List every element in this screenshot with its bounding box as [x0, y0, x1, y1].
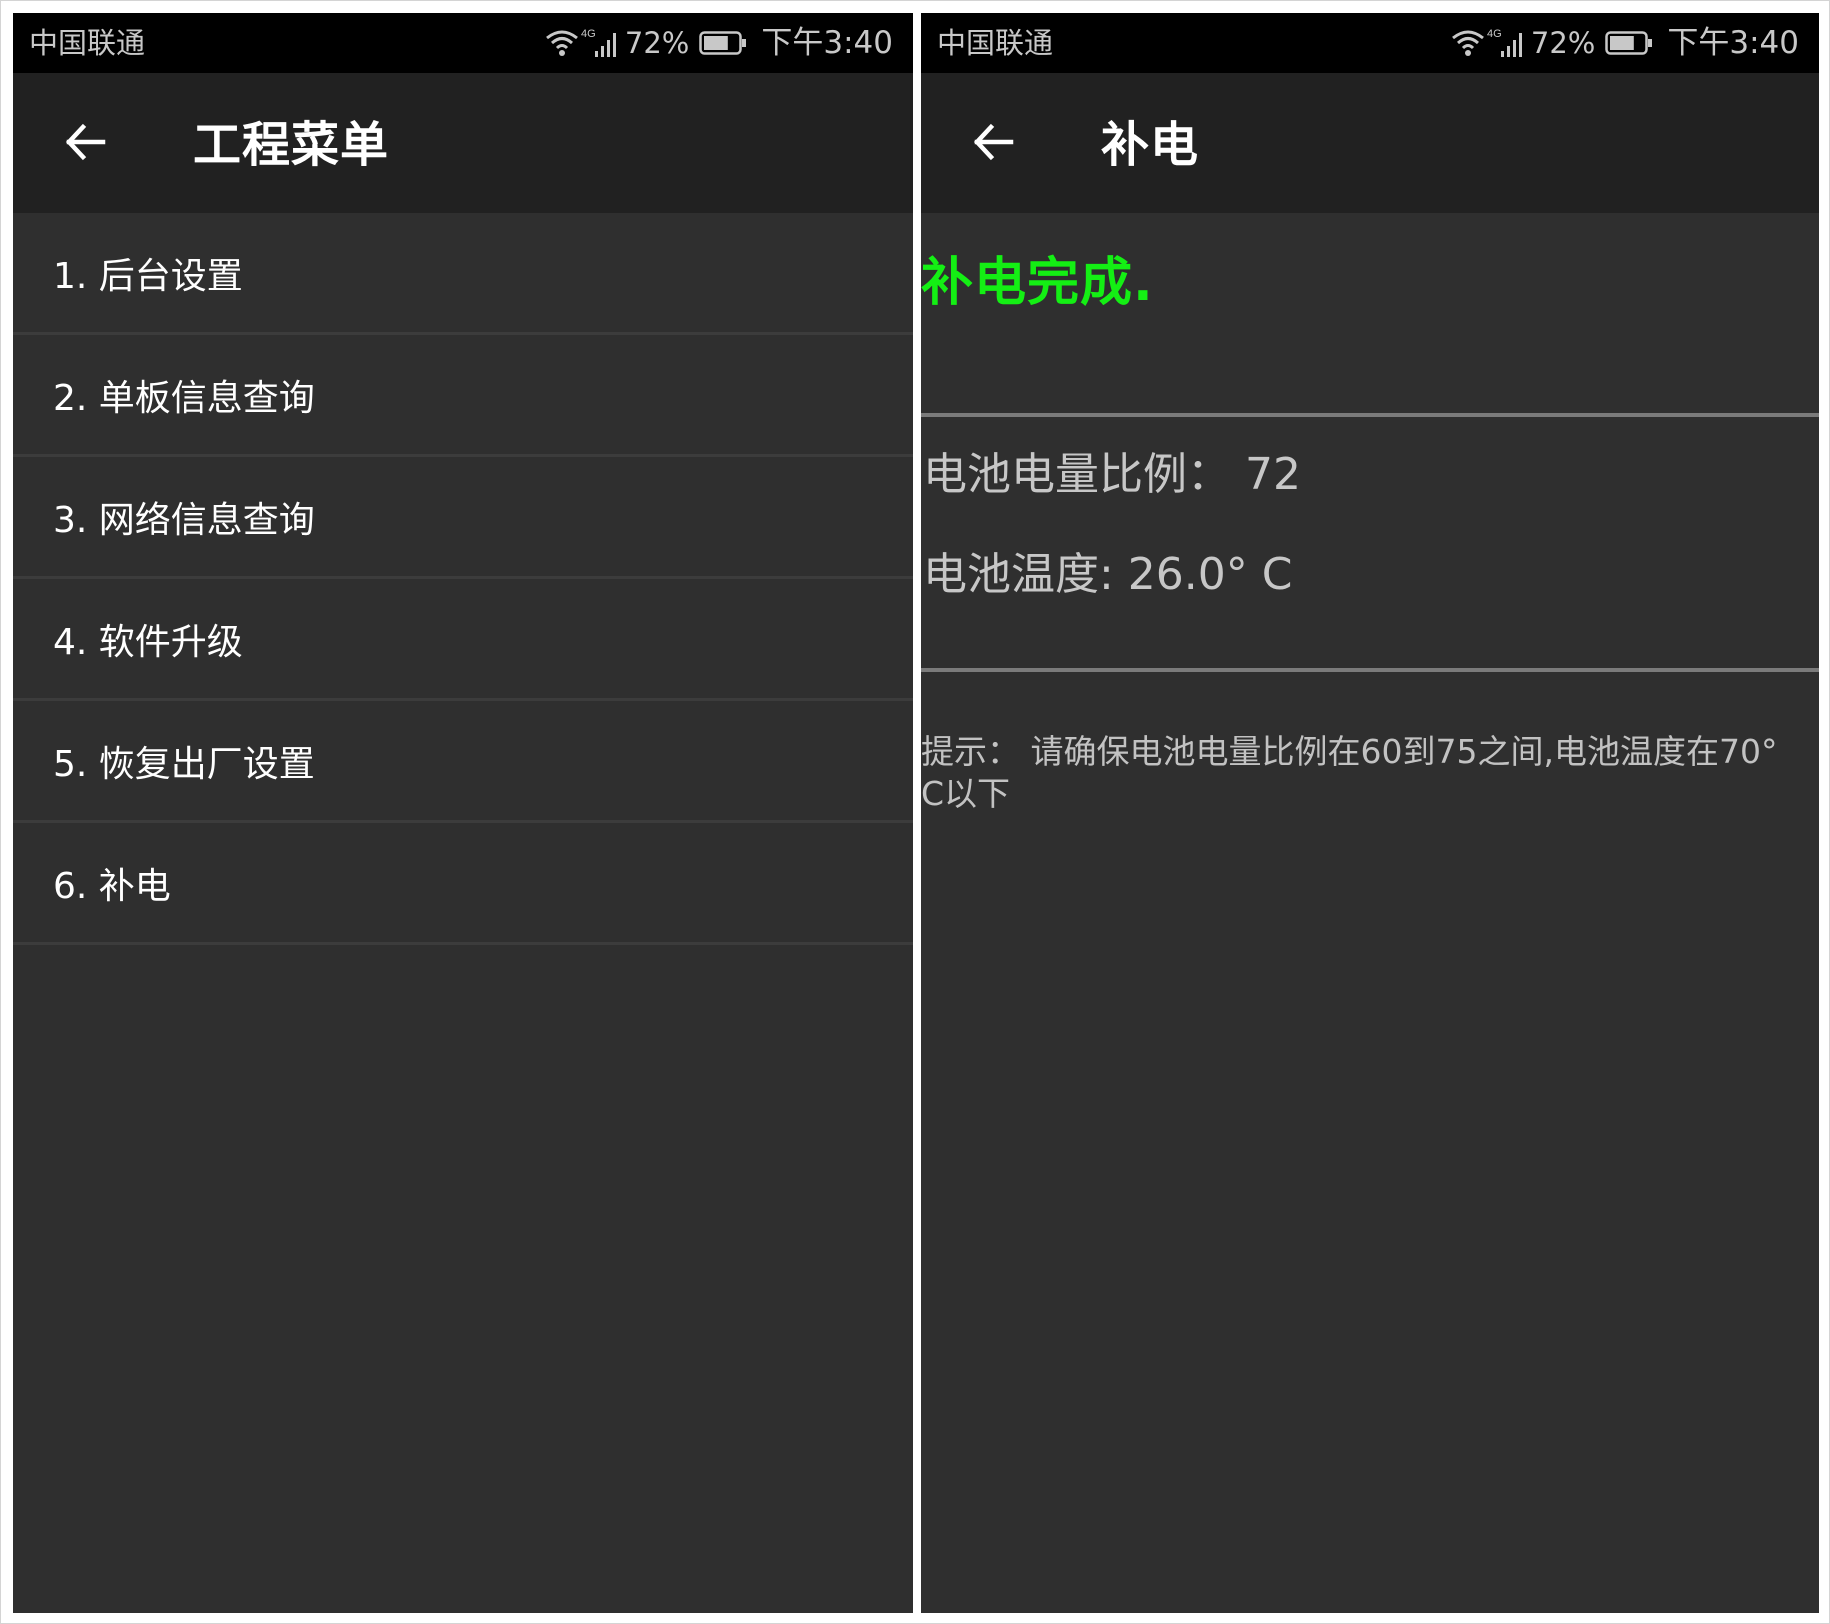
divider	[921, 413, 1819, 417]
battery-percent: 72%	[624, 26, 690, 60]
screenshot-frame: 中国联通 4G 72% 下午3:40 工程菜单 1. 后台设置 2. 单板信息查…	[0, 0, 1830, 1624]
app-bar: 工程菜单	[13, 73, 913, 213]
battery-ratio-readout: 电池电量比例： 72	[923, 449, 1301, 500]
wifi-icon	[545, 28, 579, 58]
hint-text: 提示： 请确保电池电量比例在60到75之间,电池温度在70° C以下	[921, 732, 1778, 813]
engineering-menu-screen: 中国联通 4G 72% 下午3:40 工程菜单 1. 后台设置 2. 单板信息查…	[13, 13, 913, 1613]
menu-item-factory-reset[interactable]: 5. 恢复出厂设置	[13, 701, 913, 823]
menu-item-network-info[interactable]: 3. 网络信息查询	[13, 457, 913, 579]
network-type-label: 4G	[581, 28, 596, 40]
menu-item-board-info[interactable]: 2. 单板信息查询	[13, 335, 913, 457]
recharge-status-message: 补电完成.	[921, 253, 1154, 313]
divider	[921, 668, 1819, 672]
wifi-icon	[1451, 28, 1485, 58]
menu-item-backend-settings[interactable]: 1. 后台设置	[13, 213, 913, 335]
signal-icon: 4G	[1485, 27, 1529, 59]
recharge-screen: 中国联通 4G 72% 下午3:40 补电 补电完成. 电池电量比例： 72 电…	[921, 13, 1819, 1613]
menu-item-software-upgrade[interactable]: 4. 软件升级	[13, 579, 913, 701]
page-title: 工程菜单	[193, 117, 390, 173]
status-bar: 中国联通 4G 72% 下午3:40	[13, 13, 913, 73]
network-type-label: 4G	[1487, 28, 1502, 40]
menu-item-recharge[interactable]: 6. 补电	[13, 823, 913, 945]
engineering-menu-list: 1. 后台设置 2. 单板信息查询 3. 网络信息查询 4. 软件升级 5. 恢…	[13, 213, 913, 945]
app-bar: 补电	[921, 73, 1819, 213]
back-button[interactable]	[59, 115, 113, 169]
carrier-name: 中国联通	[937, 26, 1054, 60]
clock: 下午3:40	[1667, 25, 1799, 61]
back-button[interactable]	[967, 115, 1021, 169]
page-title: 补电	[1101, 117, 1200, 173]
arrow-left-icon	[973, 123, 1014, 161]
carrier-name: 中国联通	[29, 26, 146, 60]
status-bar: 中国联通 4G 72% 下午3:40	[921, 13, 1819, 73]
battery-percent: 72%	[1530, 26, 1596, 60]
signal-icon: 4G	[579, 27, 623, 59]
battery-temperature-readout: 电池温度: 26.0° C	[923, 549, 1293, 600]
arrow-left-icon	[65, 123, 106, 161]
status-indicators: 4G 72% 下午3:40	[545, 25, 893, 61]
battery-icon	[699, 30, 747, 56]
status-indicators: 4G 72% 下午3:40	[1451, 25, 1799, 61]
battery-icon	[1605, 30, 1653, 56]
clock: 下午3:40	[761, 25, 893, 61]
